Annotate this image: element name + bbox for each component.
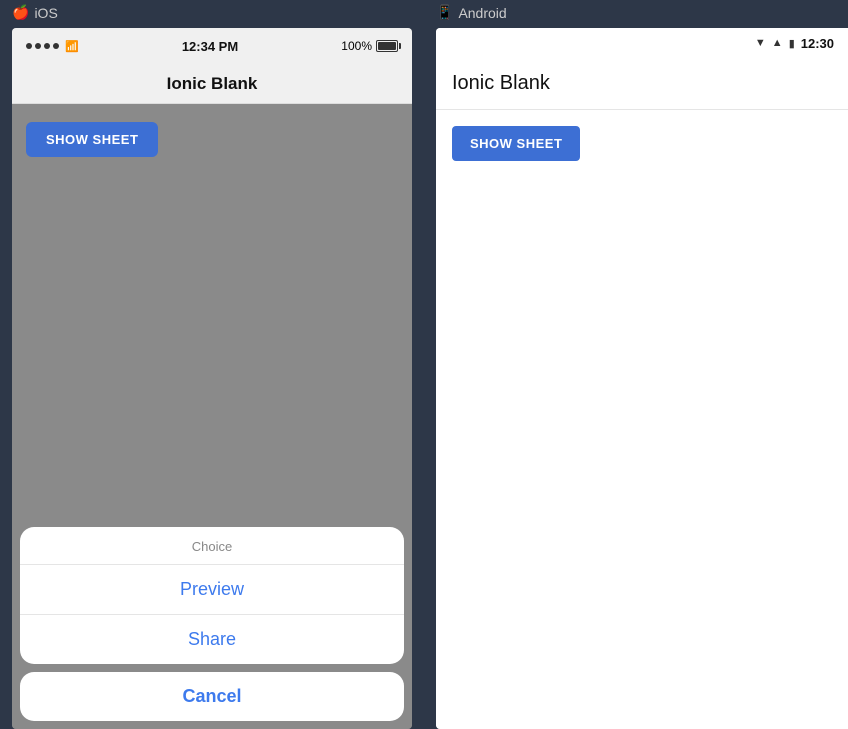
android-battery-icon: ▮ [789, 37, 795, 50]
ios-icon: 🍎 [12, 4, 29, 21]
ios-header: Ionic Blank [12, 64, 412, 104]
android-platform-label: 📱 Android [436, 4, 507, 21]
android-status-bar: ▼ ▲ ▮ 12:30 [436, 28, 848, 58]
android-content: SHOW SHEET [436, 110, 848, 729]
android-header: Ionic Blank [436, 58, 848, 110]
android-device: ▼ ▲ ▮ 12:30 Ionic Blank SHOW SHEET [436, 28, 848, 729]
ios-sheet-title: Choice [20, 527, 404, 565]
ios-sheet-group: Choice Preview Share [20, 527, 404, 664]
ios-status-right: 100% [341, 39, 398, 53]
android-wifi-icon: ▼ [755, 37, 766, 49]
ios-signal-dots [26, 43, 59, 49]
android-label-text: Android [458, 5, 506, 21]
ios-sheet-cancel-button[interactable]: Cancel [20, 672, 404, 721]
android-show-sheet-button[interactable]: SHOW SHEET [452, 126, 580, 161]
ios-sheet-option-preview[interactable]: Preview [20, 565, 404, 615]
android-signal-icon: ▲ [772, 37, 783, 49]
android-panel: 📱 Android ▼ ▲ ▮ 12:30 Ionic Blank SHOW S… [424, 0, 848, 729]
ios-wifi-icon: 📶 [65, 40, 79, 53]
ios-panel: 🍎 iOS 📶 12:34 PM 100% [0, 0, 424, 729]
ios-action-sheet: Choice Preview Share Cancel [12, 527, 412, 729]
android-header-title: Ionic Blank [452, 72, 550, 95]
ios-time: 12:34 PM [182, 39, 238, 54]
ios-show-sheet-button[interactable]: SHOW SHEET [26, 122, 158, 157]
android-time: 12:30 [801, 36, 834, 51]
ios-sheet-option-share[interactable]: Share [20, 615, 404, 664]
ios-status-bar: 📶 12:34 PM 100% [12, 28, 412, 64]
android-icon: 📱 [436, 4, 453, 21]
ios-battery-icon [376, 40, 398, 52]
ios-device: 📶 12:34 PM 100% Ionic Blank SHOW SHEET C… [12, 28, 412, 729]
ios-content: SHOW SHEET Choice Preview Share Cancel [12, 104, 412, 729]
ios-battery-fill [378, 42, 396, 50]
ios-platform-label: 🍎 iOS [12, 4, 58, 29]
ios-battery-text: 100% [341, 39, 372, 53]
ios-header-title: Ionic Blank [167, 74, 258, 94]
ios-status-left: 📶 [26, 40, 79, 53]
ios-label-text: iOS [34, 5, 57, 21]
